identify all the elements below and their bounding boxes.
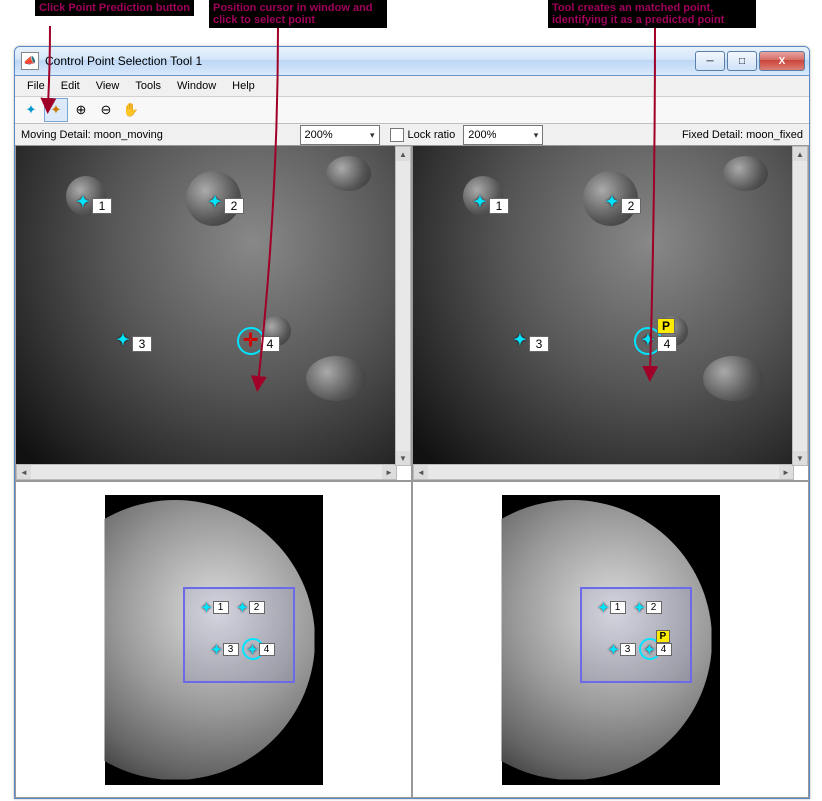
maximize-button[interactable]: □ [727,51,757,71]
fixed-overview-pane[interactable]: ✦1 ✦2 ✦3 ✦P4 [412,481,809,798]
h-scrollbar[interactable]: ◄► [413,464,794,480]
lock-ratio-label: Lock ratio [408,129,456,141]
window-title: Control Point Selection Tool 1 [45,54,693,68]
zoom-out-icon: ⊖ [101,102,112,118]
cp-label: 1 [92,198,112,214]
main-window: 📣 Control Point Selection Tool 1 ─ □ X F… [14,46,810,799]
control-point[interactable]: ✦1 [76,196,90,210]
cp-label: 2 [224,198,244,214]
content-area: ✦1 ✦2 ✦3 ✛4 ◄► ▲▼ ✦1 ✦2 ✦3 ✦P4 ◄► ▲▼ [15,145,809,798]
moving-overview-pane[interactable]: ✦1 ✦2 ✦3 ✦4 [15,481,412,798]
menu-tools[interactable]: Tools [127,78,169,94]
info-bar: Moving Detail: moon_moving 200% Lock rat… [15,124,809,147]
h-scrollbar[interactable]: ◄► [16,464,397,480]
cp-label: 2 [621,198,641,214]
control-point[interactable]: ✦1 [473,196,487,210]
cp-label: 3 [223,643,239,656]
moving-overview-image: ✦1 ✦2 ✦3 ✦4 [105,495,323,785]
menu-window[interactable]: Window [169,78,224,94]
fixed-overview-image: ✦1 ✦2 ✦3 ✦P4 [502,495,720,785]
predicted-label: P [656,630,671,643]
arrow-to-predict-button [40,24,60,114]
fixed-detail-pane[interactable]: ✦1 ✦2 ✦3 ✦P4 ◄► ▲▼ [412,145,809,481]
annotation-predict: Click Point Prediction button [35,0,194,16]
pan-button[interactable]: ✋ [119,98,143,122]
control-point[interactable]: ✦3 [116,334,130,348]
titlebar: 📣 Control Point Selection Tool 1 ─ □ X [15,47,809,76]
annotation-predicted-point: Tool creates an matched point, identifyi… [548,0,756,28]
zoom-out-button[interactable]: ⊖ [94,98,118,122]
zoom-in-icon: ⊕ [76,102,87,118]
zoom-moving-select[interactable]: 200% [300,125,380,145]
toolbar: ✦ ✦ ⊕ ⊖ ✋ [15,97,809,124]
moving-detail-pane[interactable]: ✦1 ✦2 ✦3 ✛4 ◄► ▲▼ [15,145,412,481]
menu-view[interactable]: View [88,78,128,94]
moving-image: ✦1 ✦2 ✦3 ✛4 [16,146,411,466]
control-point[interactable]: ✦3 [513,334,527,348]
v-scrollbar[interactable]: ▲▼ [792,146,808,466]
v-scrollbar[interactable]: ▲▼ [395,146,411,466]
fixed-image: ✦1 ✦2 ✦3 ✦P4 [413,146,808,466]
lock-ratio-checkbox[interactable] [390,128,404,142]
cp-label: 3 [620,643,636,656]
pan-icon: ✋ [123,102,139,118]
zoom-fixed-select[interactable]: 200% [463,125,543,145]
cp-label: 3 [132,336,152,352]
cp-label: 1 [489,198,509,214]
control-point[interactable]: ✦2 [605,196,619,210]
arrow-to-fixed-pane [640,24,670,384]
minimize-button[interactable]: ─ [695,51,725,71]
control-point[interactable]: ✦2 [208,196,222,210]
add-point-icon: ✦ [26,102,37,118]
app-icon: 📣 [21,52,39,70]
moving-detail-label: Moving Detail: moon_moving [21,129,163,141]
annotation-position: Position cursor in window and click to s… [209,0,387,28]
cp-label: 2 [646,601,662,614]
cp-label: 4 [656,643,672,656]
window-buttons: ─ □ X [693,51,805,71]
close-button[interactable]: X [759,51,805,71]
arrow-to-moving-pane [248,24,288,394]
cp-label: 1 [213,601,229,614]
cp-label: 3 [529,336,549,352]
cp-label: 4 [259,643,275,656]
cp-label: 2 [249,601,265,614]
cp-label: 1 [610,601,626,614]
zoom-in-button[interactable]: ⊕ [69,98,93,122]
fixed-detail-label: Fixed Detail: moon_fixed [682,129,803,141]
menubar: File Edit View Tools Window Help [15,76,809,97]
